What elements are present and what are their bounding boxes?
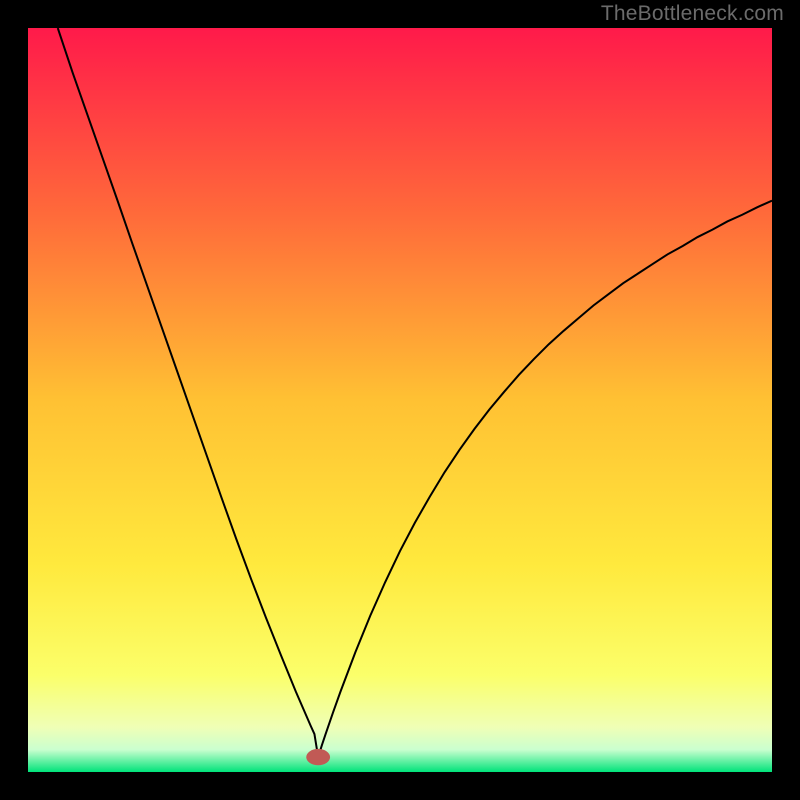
chart-container: TheBottleneck.com [0,0,800,800]
plot-background [28,28,772,772]
min-marker [306,749,330,765]
watermark-text: TheBottleneck.com [601,2,784,26]
plot-svg [28,28,772,772]
